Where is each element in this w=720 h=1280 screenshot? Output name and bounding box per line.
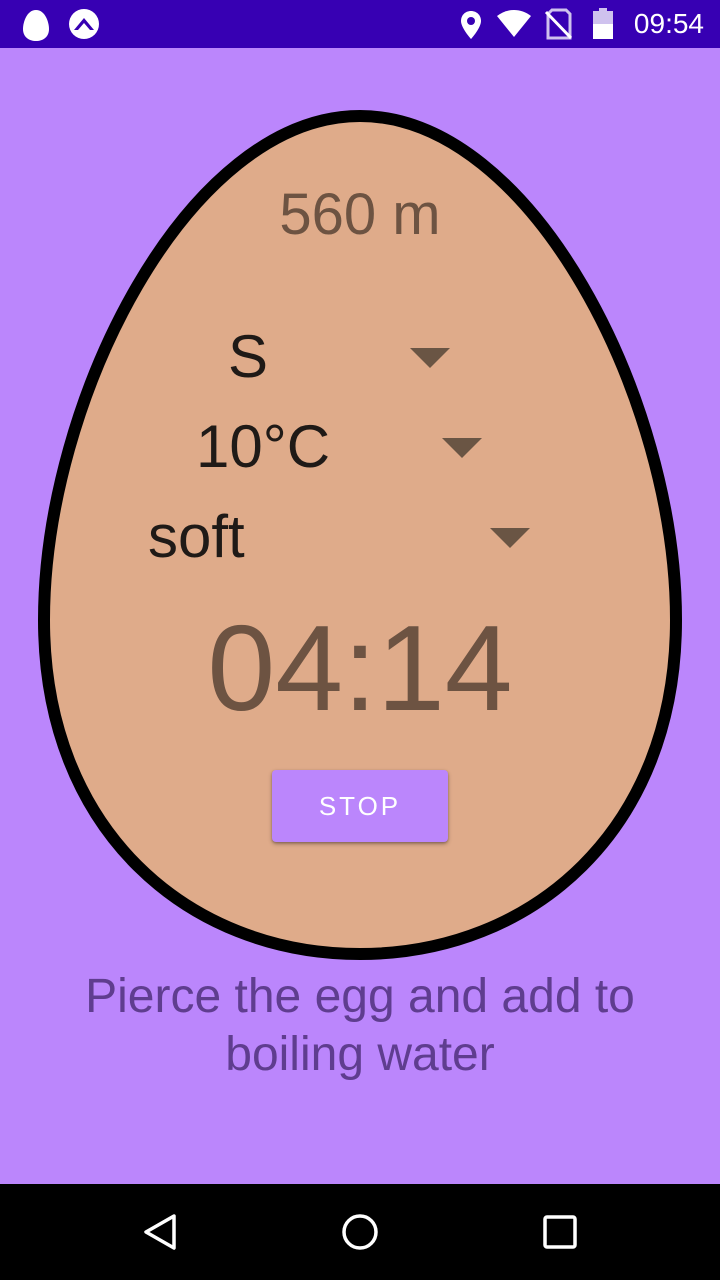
app-screen: 560 m S 10°C soft 04:14 STOP Pierce the … (0, 48, 720, 1184)
home-icon[interactable] (336, 1208, 384, 1256)
temperature-dropdown[interactable]: 10°C (190, 412, 490, 482)
recents-icon[interactable] (536, 1208, 584, 1256)
back-icon[interactable] (136, 1208, 184, 1256)
size-dropdown-arrow-icon (410, 348, 450, 368)
no-sim-icon (544, 8, 572, 40)
status-bar-time: 09:54 (633, 8, 704, 39)
status-bar: 09:54 (0, 0, 720, 48)
size-dropdown-value: S (228, 323, 269, 390)
temperature-dropdown-arrow-icon (442, 438, 482, 458)
countdown-timer: 04:14 (207, 600, 513, 736)
instruction-text: Pierce the egg and add to boiling water (85, 970, 635, 1081)
location-icon (461, 11, 481, 39)
consistency-dropdown-value: soft (148, 503, 245, 570)
egg-app-icon (23, 10, 49, 41)
consistency-dropdown[interactable]: soft (140, 502, 540, 572)
stop-button[interactable]: STOP (272, 770, 448, 842)
app-notification-icon (69, 9, 99, 39)
wifi-icon (497, 10, 531, 37)
battery-icon (593, 8, 613, 39)
navigation-bar (0, 1184, 720, 1280)
consistency-dropdown-arrow-icon (490, 528, 530, 548)
temperature-dropdown-value: 10°C (196, 413, 331, 480)
size-dropdown[interactable]: S (200, 322, 460, 392)
altitude-label: 560 m (279, 182, 441, 247)
